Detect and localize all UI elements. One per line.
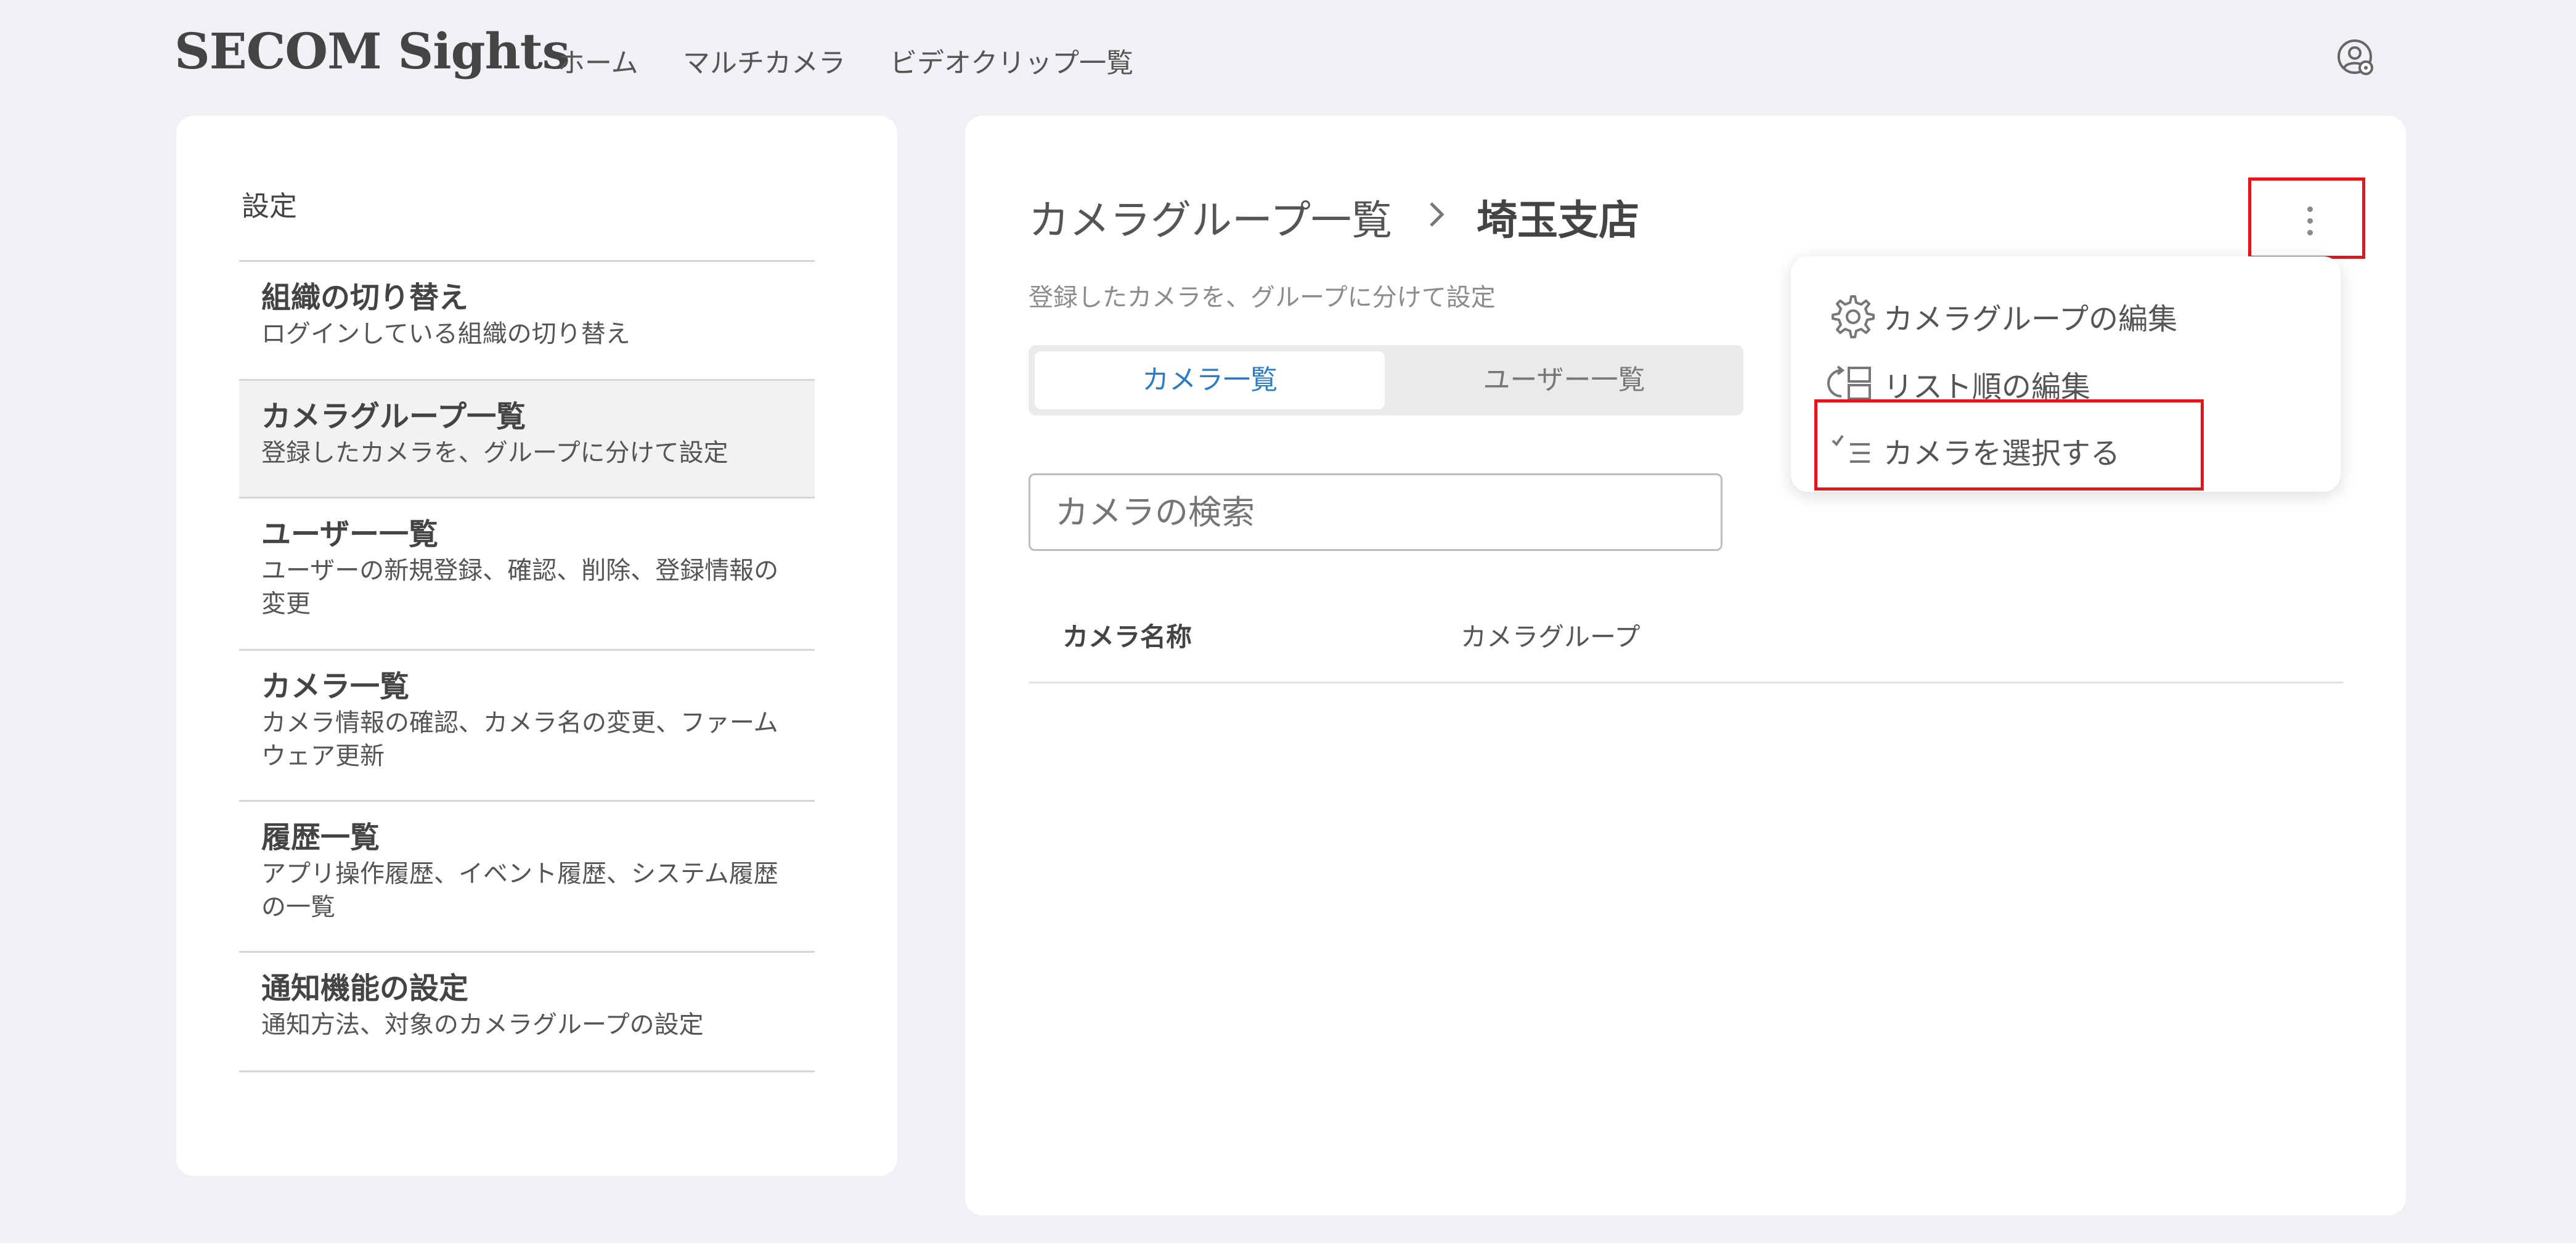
sidebar-item-desc: カメラ情報の確認、カメラ名の変更、ファームウェア更新 <box>261 709 778 770</box>
sidebar-item-desc: ログインしている組織の切り替え <box>261 320 630 348</box>
camera-group-detail-panel: カメラグループ一覧 埼玉支店 登録したカメラを、グループに分けて設定 カメラ一覧… <box>965 116 2406 1215</box>
chevron-right-icon <box>1430 202 1445 227</box>
sidebar-item-desc: 通知方法、対象のカメラグループの設定 <box>261 1011 704 1039</box>
highlight-box <box>1814 399 2204 491</box>
sidebar-item-title: 履歴一覧 <box>261 820 380 855</box>
nav-home[interactable]: ホーム <box>558 41 638 80</box>
sidebar-item-title: 組織の切り替え <box>261 280 469 315</box>
sidebar-item-desc: 登録したカメラを、グループに分けて設定 <box>261 439 728 467</box>
nav-multi-camera[interactable]: マルチカメラ <box>683 41 846 80</box>
breadcrumb-parent[interactable]: カメラグループ一覧 <box>1029 187 1392 247</box>
sidebar-item-desc: アプリ操作履歴、イベント履歴、システム履歴の一覧 <box>261 860 778 921</box>
app-logo[interactable]: SECOM Sights <box>174 22 570 80</box>
kebab-dot-icon <box>2307 218 2313 224</box>
sidebar-item-cameras[interactable]: カメラ一覧 カメラ情報の確認、カメラ名の変更、ファームウェア更新 <box>239 651 815 802</box>
camera-search-input[interactable] <box>1029 473 1722 551</box>
menu-item-label: カメラグループの編集 <box>1883 302 2178 336</box>
sidebar-item-title: カメラ一覧 <box>261 669 410 704</box>
sidebar-item-title: 通知機能の設定 <box>261 971 469 1006</box>
more-options-button[interactable] <box>2248 177 2365 259</box>
page-subtitle: 登録したカメラを、グループに分けて設定 <box>1029 283 1496 312</box>
breadcrumb-current: 埼玉支店 <box>1477 197 1639 244</box>
settings-panel: 設定 組織の切り替え ログインしている組織の切り替え カメラグループ一覧 登録し… <box>176 116 897 1176</box>
sidebar-item-title: カメラグループ一覧 <box>261 399 526 434</box>
user-settings-icon[interactable] <box>2336 38 2376 78</box>
sidebar-item-title: ユーザー一覧 <box>261 517 439 552</box>
tab-camera-list[interactable]: カメラ一覧 <box>1035 351 1385 409</box>
settings-title: 設定 <box>242 190 298 222</box>
gear-icon <box>1832 295 1875 338</box>
column-header-camera-name: カメラ名称 <box>1062 622 1192 652</box>
nav-video-clips[interactable]: ビデオクリップ一覧 <box>890 41 1133 80</box>
top-bar: SECOM Sights ホーム マルチカメラ ビデオクリップ一覧 <box>0 0 2576 111</box>
column-header-camera-group: カメラグループ <box>1461 622 1641 652</box>
tab-bar: カメラ一覧 ユーザー一覧 <box>1029 345 1743 415</box>
sidebar-item-switch-organization[interactable]: 組織の切り替え ログインしている組織の切り替え <box>239 262 815 381</box>
menu-item-edit-camera-group[interactable]: カメラグループの編集 <box>1825 288 2177 344</box>
kebab-dot-icon <box>2307 230 2313 235</box>
sidebar-item-desc: ユーザーの新規登録、確認、削除、登録情報の変更 <box>261 556 779 618</box>
sidebar-item-users[interactable]: ユーザー一覧 ユーザーの新規登録、確認、削除、登録情報の変更 <box>239 499 815 651</box>
sidebar-item-history[interactable]: 履歴一覧 アプリ操作履歴、イベント履歴、システム履歴の一覧 <box>239 802 815 953</box>
sidebar-item-notifications[interactable]: 通知機能の設定 通知方法、対象のカメラグループの設定 <box>239 953 815 1072</box>
tab-user-list[interactable]: ユーザー一覧 <box>1391 351 1737 409</box>
kebab-dot-icon <box>2307 206 2313 212</box>
settings-menu: 組織の切り替え ログインしている組織の切り替え カメラグループ一覧 登録したカメ… <box>239 260 815 1072</box>
table-divider <box>1029 682 2344 683</box>
sidebar-item-camera-groups[interactable]: カメラグループ一覧 登録したカメラを、グループに分けて設定 <box>239 381 815 499</box>
